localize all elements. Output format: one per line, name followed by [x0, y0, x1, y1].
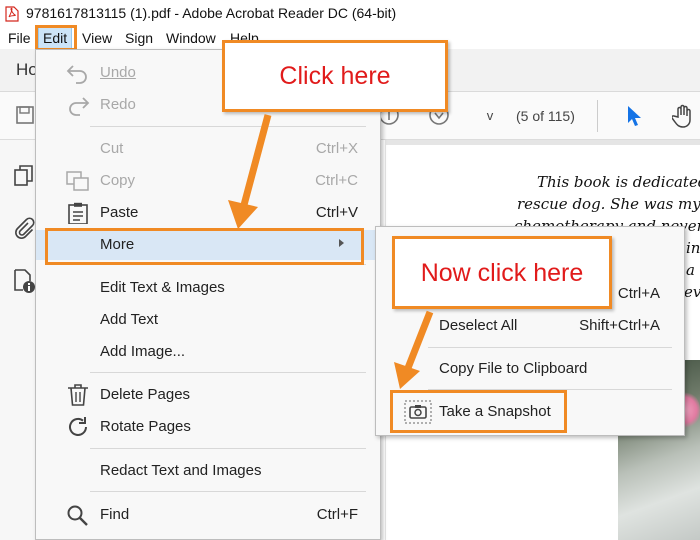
arrow-to-snapshot-icon	[394, 310, 434, 389]
arrow-to-more-icon	[228, 114, 272, 229]
callout-arrows	[228, 114, 434, 389]
